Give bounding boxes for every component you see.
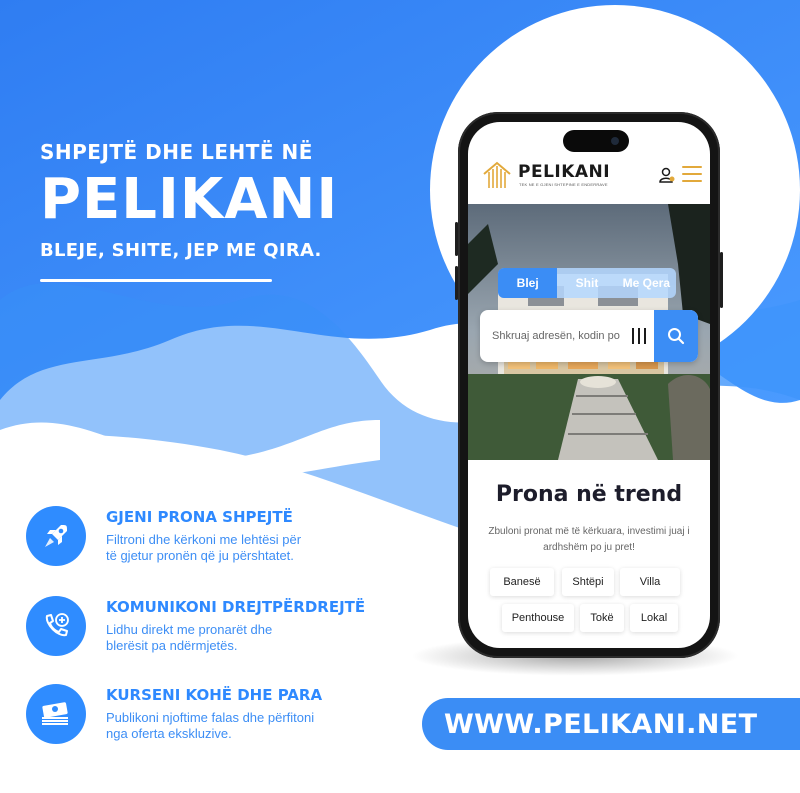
camera-icon [611, 137, 619, 145]
phone-mockup: PELIKANI TEK NE E GJENI SHTEPINE E ENDER… [455, 112, 723, 658]
app-header: PELIKANI TEK NE E GJENI SHTEPINE E ENDER… [468, 152, 710, 202]
feature-description-line: të gjetur pronën që ju përshtatet. [106, 548, 294, 563]
phone-side-button [455, 266, 458, 300]
category-chip-house[interactable]: Shtëpi [562, 568, 614, 596]
website-url-badge[interactable]: WWW.PELIKANI.NET [422, 698, 800, 750]
filter-icon[interactable] [632, 328, 646, 344]
promo-banner: SHPEJTË DHE LEHTË NË PELIKANI BLEJE, SHI… [0, 0, 800, 793]
feature-title: KOMUNIKONI DREJTPËRDREJTË [106, 598, 366, 616]
feature-description-line: blerësit pa ndërmjetës. [106, 638, 238, 653]
headline-brand: PELIKANI [40, 167, 339, 232]
phone-screen: PELIKANI TEK NE E GJENI SHTEPINE E ENDER… [468, 122, 710, 648]
rocket-icon [26, 506, 86, 566]
hamburger-menu-icon[interactable] [682, 166, 702, 184]
feature-description: Filtroni dhe kërkoni me lehtësi për të g… [106, 532, 346, 564]
user-account-icon[interactable] [658, 166, 676, 184]
headline-block: SHPEJTË DHE LEHTË NË PELIKANI BLEJE, SHI… [40, 140, 338, 282]
feature-description: Publikoni njoftime falas dhe përfitoni n… [106, 710, 346, 742]
feature-description-line: Lidhu direkt me pronarët dhe [106, 622, 273, 637]
tab-rent[interactable]: Me Qera [617, 268, 676, 298]
search-button[interactable] [654, 310, 698, 362]
feature-title: GJENI PRONA SHPEJTË [106, 508, 293, 526]
pelikani-logo-icon [483, 161, 511, 188]
search-bar [480, 310, 698, 362]
category-chip-apartment[interactable]: Banesë [490, 568, 554, 596]
app-logo-text: PELIKANI [518, 162, 611, 182]
feature-title: KURSENI KOHË DHE PARA [106, 686, 323, 704]
trending-subtitle: Zbuloni pronat më të kërkuara, investimi… [488, 526, 690, 553]
feature-description-line: nga oferta ekskluzive. [106, 726, 232, 741]
money-stack-icon [26, 684, 86, 744]
website-url[interactable]: WWW.PELIKANI.NET [444, 709, 757, 740]
category-chip-villa[interactable]: Villa [620, 568, 680, 596]
tab-sell[interactable]: Shit [557, 268, 616, 298]
category-chip-shop[interactable]: Lokal [630, 604, 678, 632]
trending-title: Prona në trend [495, 482, 683, 507]
feature-description: Lidhu direkt me pronarët dhe blerësit pa… [106, 622, 346, 654]
phone-side-button [455, 222, 458, 256]
feature-description-line: Filtroni dhe kërkoni me lehtësi për [106, 532, 302, 547]
category-chip-penthouse[interactable]: Penthouse [502, 604, 574, 632]
listing-type-tabs: Blej Shit Me Qera [498, 268, 676, 298]
headline-underline [40, 279, 272, 282]
headline-tagline: BLEJE, SHITE, JEP ME QIRA. [40, 240, 322, 261]
search-icon [668, 328, 685, 345]
search-input[interactable] [492, 310, 622, 362]
phone-call-icon [26, 596, 86, 656]
phone-side-button [720, 252, 723, 308]
phone-notch [563, 130, 629, 152]
feature-find-fast: GJENI PRONA SHPEJTË Filtroni dhe kërkoni… [26, 506, 406, 576]
feature-communicate-direct: KOMUNIKONI DREJTPËRDREJTË Lidhu direkt m… [26, 596, 406, 666]
feature-description-line: Publikoni njoftime falas dhe përfitoni [106, 710, 315, 725]
feature-save-time-money: KURSENI KOHË DHE PARA Publikoni njoftime… [26, 684, 406, 754]
app-logo-subtitle: TEK NE E GJENI SHTEPINE E ENDERRAVE [519, 182, 608, 187]
headline-kicker: SHPEJTË DHE LEHTË NË [40, 140, 313, 164]
category-chip-land[interactable]: Tokë [580, 604, 624, 632]
tab-buy[interactable]: Blej [498, 268, 558, 298]
